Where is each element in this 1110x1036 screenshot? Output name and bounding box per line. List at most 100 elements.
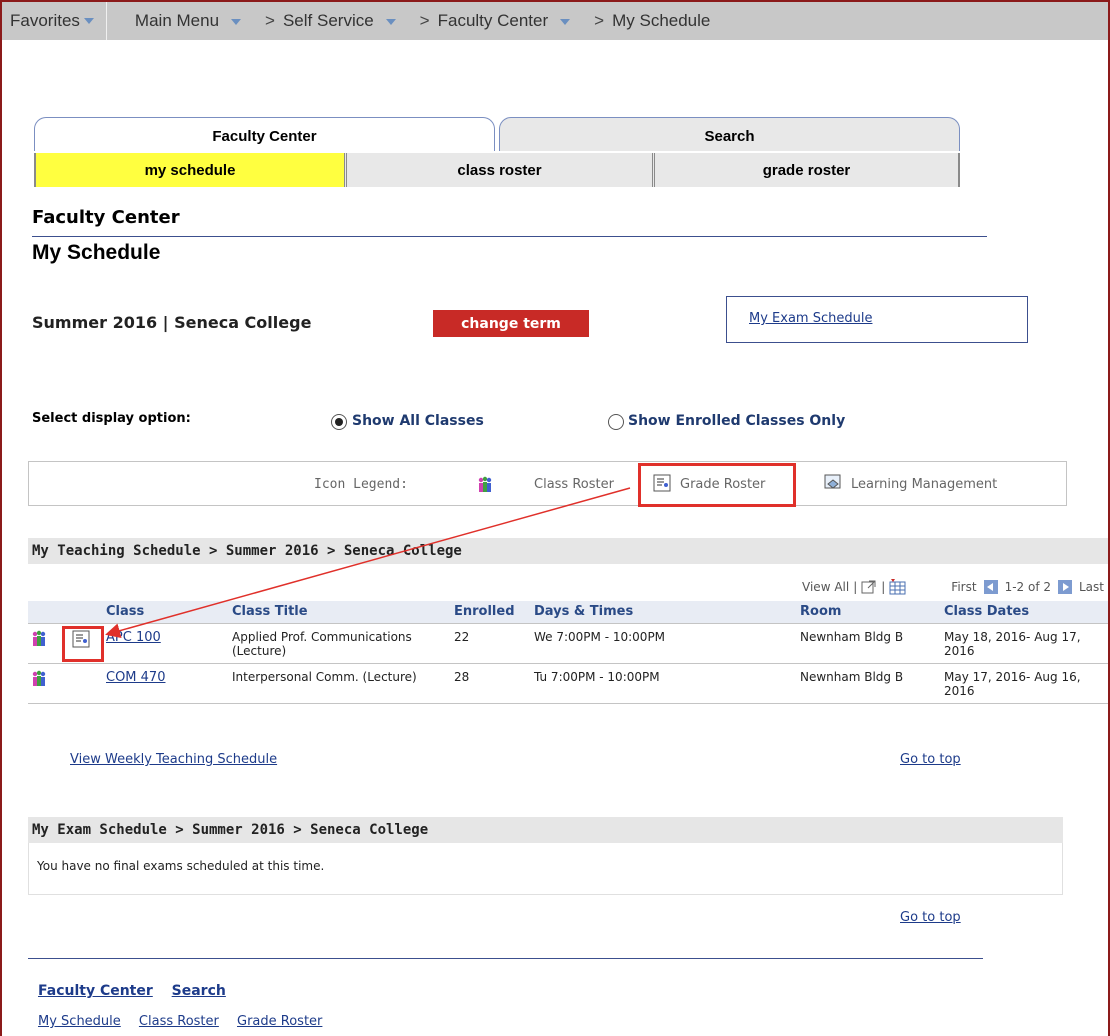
footer-my-schedule-link[interactable]: My Schedule [38,1014,121,1029]
show-enrolled-classes-radio[interactable] [608,414,624,430]
cell-room: Newnham Bldg B [798,663,942,704]
column-header-days-times: Days & Times [532,601,798,624]
legend-class-roster: Class Roster [534,477,614,492]
cell [62,663,104,704]
cell [28,623,62,664]
chevron-down-icon [231,18,242,25]
next-icon[interactable] [1058,580,1072,594]
footer-search-link[interactable]: Search [172,983,226,999]
main-menu-label: Main Menu [134,11,220,30]
cell-room: Newnham Bldg B [798,623,942,664]
view-all-link[interactable]: View All [802,580,849,594]
tab-grade-roster[interactable]: grade roster [652,153,960,187]
show-enrolled-classes-label[interactable]: Show Enrolled Classes Only [628,413,845,429]
teaching-schedule-table: Class Class Title Enrolled Days & Times … [28,601,1108,704]
class-link[interactable]: APC 100 [106,630,161,645]
separator: | [881,580,886,594]
chevron-down-icon [83,18,94,24]
legend-learning-management: Learning Management [851,477,998,492]
cell-class: APC 100 [104,623,230,664]
tab-search[interactable]: Search [499,117,960,151]
footer-class-roster-link[interactable]: Class Roster [139,1014,219,1029]
exam-schedule-heading: My Exam Schedule > Summer 2016 > Seneca … [28,817,1063,843]
cell-days-times: We 7:00PM - 10:00PM [532,623,798,664]
cell-dates: May 18, 2016- Aug 17, 2016 [942,623,1108,664]
footer-nav-primary: Faculty Center Search [38,983,240,999]
cell-title: Interpersonal Comm. (Lecture) [230,663,452,704]
cell-enrolled: 22 [452,623,532,664]
table-header-row: Class Class Title Enrolled Days & Times … [28,601,1108,624]
zoom-icon[interactable] [861,579,877,595]
primary-tabs: Faculty Center Search [34,117,960,151]
my-exam-schedule-link[interactable]: My Exam Schedule [749,311,872,326]
tab-my-schedule[interactable]: my schedule [34,153,344,187]
self-service-menu[interactable]: Self Service [283,11,404,31]
footer-nav-secondary: My Schedule Class Roster Grade Roster [38,1014,336,1029]
show-all-classes-radio[interactable] [331,414,347,430]
column-header-dates: Class Dates [942,601,1108,624]
chevron-down-icon [385,18,396,25]
column-header-icon1 [28,601,62,624]
exam-message: You have no final exams scheduled at thi… [28,843,1063,895]
column-header-title: Class Title [230,601,452,624]
secondary-tabs: my schedule class roster grade roster [34,153,960,187]
footer-grade-roster-link[interactable]: Grade Roster [237,1014,322,1029]
previous-icon[interactable] [983,580,998,594]
legend-label: Icon Legend: [314,477,408,492]
show-all-classes-label[interactable]: Show All Classes [352,413,484,429]
download-grid-icon[interactable] [889,579,907,595]
breadcrumb-separator: > [419,11,430,30]
divider [32,236,987,237]
faculty-center-menu[interactable]: Faculty Center [438,11,579,31]
cell-title: Applied Prof. Communications (Lecture) [230,623,452,664]
table-row: COM 470 Interpersonal Comm. (Lecture) 28… [28,663,1108,704]
icon-legend: Icon Legend: Class Roster Grade Roster L… [28,461,1067,506]
teaching-schedule-heading: My Teaching Schedule > Summer 2016 > Sen… [28,538,1108,564]
change-term-button[interactable]: change term [433,310,589,337]
cell-days-times: Tu 7:00PM - 10:00PM [532,663,798,704]
term-label: Summer 2016 | Seneca College [32,313,312,332]
learning-management-icon [824,474,841,489]
breadcrumb-current: My Schedule [612,11,711,30]
breadcrumb-bar: Favorites Main Menu > Self Service > Fac… [2,2,1108,40]
divider [28,958,983,959]
column-header-room: Room [798,601,942,624]
last-label[interactable]: Last [1079,580,1104,594]
grid-navigation: View All | | First 1-2 of 2 Last [802,579,1104,595]
faculty-center-label: Faculty Center [437,11,549,30]
go-to-top-link[interactable]: Go to top [900,910,961,925]
exam-schedule-box: My Exam Schedule [726,296,1028,343]
footer-faculty-center-link[interactable]: Faculty Center [38,983,153,999]
go-to-top-link[interactable]: Go to top [900,752,961,767]
separator: | [853,580,858,594]
breadcrumb-separator: > [594,11,605,30]
main-menu[interactable]: Main Menu [135,11,249,31]
tab-class-roster[interactable]: class roster [344,153,652,187]
grade-roster-row-highlight [62,626,104,662]
chevron-down-icon [560,18,571,25]
cell-class: COM 470 [104,663,230,704]
cell-enrolled: 28 [452,663,532,704]
cell-dates: May 17, 2016- Aug 16, 2016 [942,663,1108,704]
favorites-menu[interactable]: Favorites [2,2,107,40]
breadcrumb-separator: > [265,11,275,30]
class-roster-icon [478,476,492,492]
class-link[interactable]: COM 470 [106,670,165,685]
table-row: APC 100 Applied Prof. Communications (Le… [28,623,1108,664]
display-option-label: Select display option: [32,411,191,426]
self-service-label: Self Service [282,11,374,30]
class-roster-icon[interactable] [30,670,48,688]
column-header-enrolled: Enrolled [452,601,532,624]
breadcrumb: Main Menu > Self Service > Faculty Cente… [135,11,718,31]
tab-faculty-center[interactable]: Faculty Center [34,117,495,151]
favorites-label: Favorites [10,11,80,30]
cell [28,663,62,704]
weekly-teaching-schedule-link[interactable]: View Weekly Teaching Schedule [70,752,277,767]
first-label[interactable]: First [951,580,976,594]
grade-roster-highlight [638,463,796,507]
column-header-class: Class [104,601,230,624]
column-header-icon2 [62,601,104,624]
class-roster-icon[interactable] [30,630,48,648]
page-title: My Schedule [32,241,161,264]
section-title: Faculty Center [32,207,180,228]
